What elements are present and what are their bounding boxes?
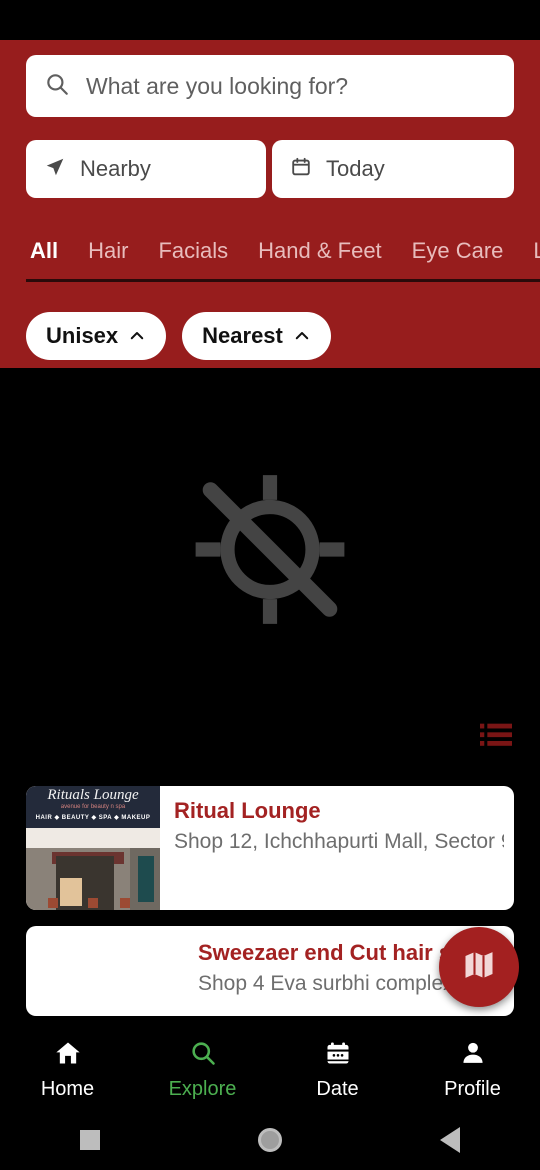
nav-label-explore: Explore: [168, 1078, 237, 1100]
status-bar: [0, 0, 540, 40]
list-item[interactable]: Rituals Lounge avenue for beauty n spa H…: [26, 786, 514, 910]
calendar-icon: [324, 1039, 352, 1072]
list-item-text: Ritual Lounge Shop 12, Ichchhapurti Mall…: [174, 798, 504, 854]
nav-item-profile[interactable]: Profile: [405, 1030, 540, 1110]
thumbnail-sign-tagline: avenue for beauty n spa: [60, 804, 126, 810]
back-button[interactable]: [360, 1127, 540, 1153]
list-item-title: Ritual Lounge: [174, 798, 321, 823]
header-quick-filters: Nearby Today: [26, 140, 514, 200]
person-icon: [459, 1039, 487, 1072]
chevron-up-icon: [293, 327, 311, 345]
triangle-left-icon: [440, 1127, 460, 1153]
map-icon: [461, 947, 497, 988]
thumbnail-side-door: [138, 856, 154, 902]
search-bar[interactable]: What are you looking for?: [26, 55, 514, 117]
thumbnail-plant: [48, 898, 58, 908]
list-item-address: Shop 12, Ichchhapurti Mall, Sector 9,: [174, 830, 504, 853]
nav-item-date[interactable]: Date: [270, 1030, 405, 1110]
nearby-label: Nearby: [80, 156, 151, 181]
filter-pills: Unisex Nearest: [26, 312, 347, 360]
app-header: What are you looking for? Nearby Today A…: [0, 40, 540, 368]
app-screen: What are you looking for? Nearby Today A…: [0, 0, 540, 1170]
search-icon: [44, 71, 70, 102]
tab-li[interactable]: Li: [533, 238, 540, 264]
salon-thumbnail: Rituals Lounge avenue for beauty n spa H…: [26, 786, 160, 910]
thumbnail-plant: [88, 898, 98, 908]
tab-eye-care[interactable]: Eye Care: [412, 238, 504, 264]
view-list-icon[interactable]: [479, 723, 513, 747]
home-icon: [54, 1039, 82, 1072]
unisex-filter-button[interactable]: Unisex: [26, 312, 167, 360]
tab-facials[interactable]: Facials: [158, 238, 228, 264]
search-input[interactable]: What are you looking for?: [86, 73, 348, 100]
tab-hair[interactable]: Hair: [88, 238, 128, 264]
bottom-navigation: Home Explore Date Profile: [0, 1030, 540, 1110]
nav-item-home[interactable]: Home: [0, 1030, 135, 1110]
nav-label-profile: Profile: [444, 1078, 501, 1100]
thumbnail-sign-name: Rituals Lounge: [47, 787, 139, 803]
thumbnail-poster: [60, 878, 82, 906]
home-button[interactable]: [180, 1128, 360, 1152]
thumbnail-awning: [26, 828, 160, 848]
location-disabled-icon: [185, 465, 355, 640]
category-tabs[interactable]: All Hair Facials Hand & Feet Eye Care Li: [0, 220, 540, 282]
search-icon: [189, 1039, 217, 1072]
tab-underline: [26, 279, 540, 282]
calendar-icon: [290, 156, 312, 183]
nearest-filter-label: Nearest: [202, 323, 283, 348]
tab-hand-and-feet[interactable]: Hand & Feet: [258, 238, 382, 264]
map-toggle-fab[interactable]: [439, 927, 519, 1007]
today-button[interactable]: Today: [272, 140, 514, 198]
android-system-nav: [0, 1110, 540, 1170]
tab-all[interactable]: All: [30, 238, 58, 264]
thumbnail-sign-services: HAIR ◆ BEAUTY ◆ SPA ◆ MAKEUP: [35, 815, 151, 821]
thumbnail-plant: [120, 898, 130, 908]
recents-button[interactable]: [0, 1130, 180, 1150]
nearest-filter-button[interactable]: Nearest: [182, 312, 331, 360]
circle-icon: [258, 1128, 282, 1152]
nav-label-date: Date: [316, 1078, 359, 1100]
square-icon: [80, 1130, 100, 1150]
nearby-button[interactable]: Nearby: [26, 140, 266, 198]
unisex-filter-label: Unisex: [46, 323, 119, 348]
nav-label-home: Home: [40, 1078, 95, 1100]
chevron-up-icon: [128, 327, 146, 345]
nav-item-explore[interactable]: Explore: [135, 1030, 270, 1110]
navigation-arrow-icon: [44, 156, 66, 183]
map-view[interactable]: [0, 368, 540, 776]
today-label: Today: [326, 156, 385, 181]
